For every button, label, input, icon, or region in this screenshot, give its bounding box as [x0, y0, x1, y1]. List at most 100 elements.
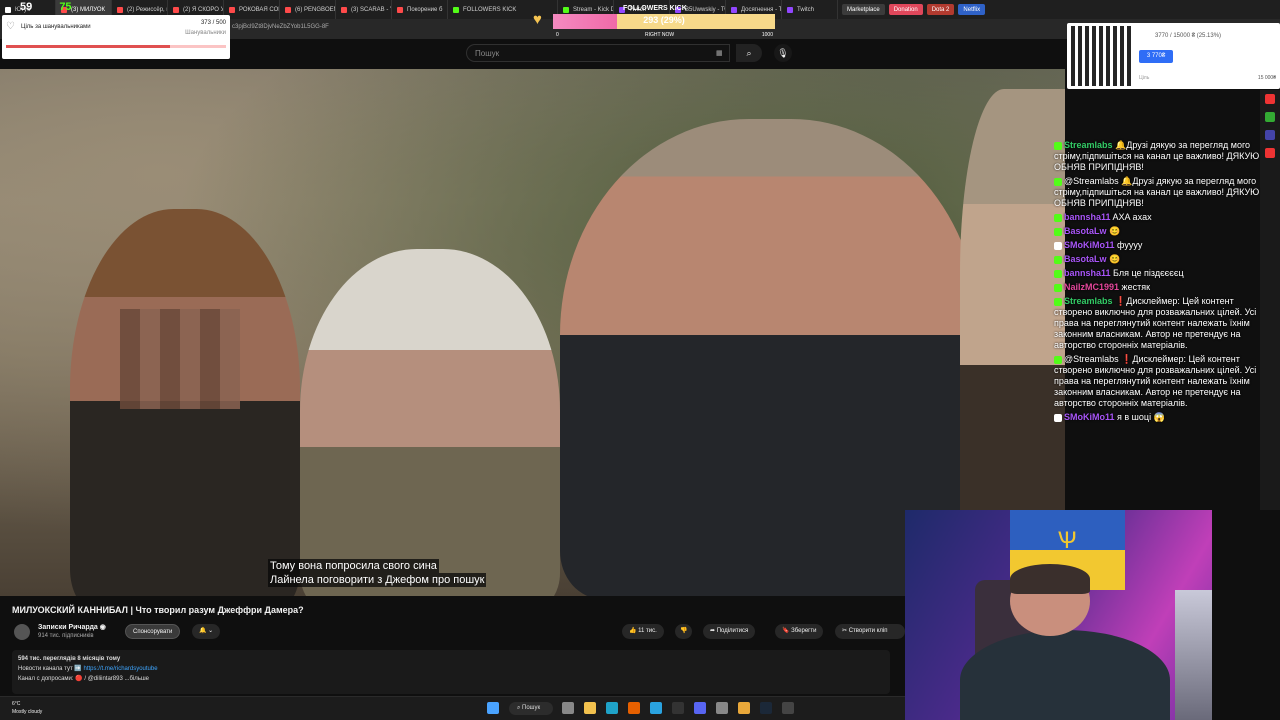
- extension-icon[interactable]: [1265, 94, 1275, 104]
- chat-username[interactable]: @Streamlabs: [1064, 176, 1119, 186]
- chat-username[interactable]: SMoKiMo11: [1064, 412, 1115, 422]
- chat-username[interactable]: BasotaLw: [1064, 254, 1107, 264]
- keyboard-icon[interactable]: ▦: [716, 49, 723, 57]
- weather-temp: 6°C: [12, 701, 21, 707]
- search-input[interactable]: Пошук: [466, 44, 730, 62]
- chat-text: AXA axax: [1112, 212, 1152, 222]
- save-button[interactable]: 🔖 Зберегти: [775, 624, 824, 639]
- browser-tab[interactable]: (6) PENGBOEN: [280, 0, 336, 19]
- chat-badge-icon: [1054, 255, 1062, 264]
- chat-username[interactable]: Streamlabs: [1064, 140, 1113, 150]
- browser-tab[interactable]: Twitch: [782, 0, 838, 19]
- goal-count: 373 / 500: [200, 20, 226, 26]
- video-person-middle: [300, 249, 560, 596]
- followers-min: 0: [556, 32, 559, 38]
- share-label: Поділитися: [716, 628, 749, 634]
- chat-username[interactable]: @Streamlabs: [1064, 354, 1119, 364]
- weather-widget[interactable]: 6°C Mostly cloudy: [12, 700, 42, 716]
- video-description[interactable]: 594 тис. переглядів 8 місяців тому Новос…: [12, 650, 890, 694]
- tab-label: Покорение б: [407, 6, 443, 13]
- channel-avatar[interactable]: [14, 624, 30, 640]
- search-icon: ⌕: [746, 48, 752, 58]
- tab-favicon-icon: [285, 6, 291, 13]
- bookmark-pill[interactable]: Donation: [888, 4, 923, 15]
- chat-text: фуууу: [1117, 240, 1143, 250]
- subtitle-line-2: Лайнела поговорити з Джефом про пошук: [268, 573, 487, 587]
- chat-username[interactable]: bannsha11: [1064, 268, 1111, 278]
- chat-username[interactable]: bannsha11: [1064, 212, 1111, 222]
- dislike-button[interactable]: 👎: [675, 624, 693, 639]
- subtitles: Тому вона попросила свого сина Лайнела п…: [268, 559, 487, 587]
- extension-icon[interactable]: [1265, 112, 1275, 122]
- bookmark-pill[interactable]: Dota 2: [926, 4, 955, 15]
- viewer-count-value: 59: [20, 1, 33, 13]
- like-button[interactable]: 👍 11 тис.: [622, 624, 664, 639]
- chat-badge-icon: [1054, 269, 1062, 278]
- chat-badge-icon: [1054, 213, 1062, 222]
- taskbar-search[interactable]: ⌕ Пошук: [509, 702, 553, 715]
- like-count: 11 тис.: [638, 628, 657, 634]
- tab-label: (2) Режиссёр, к: [127, 6, 168, 13]
- donation-amount-button[interactable]: 3 770₴: [1139, 50, 1173, 63]
- share-button[interactable]: ➦ Поділитися: [703, 624, 756, 639]
- browser-tab[interactable]: Покорение б: [392, 0, 448, 19]
- share-icon: ➦: [710, 628, 716, 634]
- chat-username[interactable]: BasotaLw: [1064, 226, 1107, 236]
- followers-progress-widget: FOLLOWERS KICK 293 (29%) 0 RIGHT NOW 100…: [553, 5, 775, 38]
- channel-name[interactable]: Записки Ричарда ◉: [38, 623, 106, 631]
- discord-icon[interactable]: [694, 702, 706, 714]
- sponsor-button[interactable]: Спонсорувати: [125, 624, 181, 639]
- goal-sublabel: Шанувальники: [185, 30, 226, 36]
- tab-label: (3) SCARAB - Yo: [351, 6, 391, 13]
- donation-progress-text: 3770 / 15000 ₴ (25.13%): [1155, 33, 1222, 39]
- browser-tab[interactable]: РОКОВАЯ СОБА: [224, 0, 280, 19]
- chat-message: SMoKiMo11 фуууу: [1054, 240, 1272, 251]
- voice-search-button[interactable]: 🎙: [774, 44, 792, 62]
- chat-text: Бля це пiздєєєєц: [1113, 268, 1184, 278]
- tab-favicon-icon: [5, 6, 11, 13]
- start-icon[interactable]: [487, 702, 499, 714]
- chat-username[interactable]: SMoKiMo11: [1064, 240, 1115, 250]
- tab-favicon-icon: [453, 6, 459, 13]
- edge-icon[interactable]: [606, 702, 618, 714]
- tab-label: (6) PENGBOEN: [295, 6, 336, 13]
- telegram-link[interactable]: https://t.me/richardsyoutube: [84, 666, 158, 672]
- chat-username[interactable]: Streamlabs: [1064, 296, 1113, 306]
- steam-icon[interactable]: [760, 702, 772, 714]
- tab-favicon-icon: [341, 6, 347, 13]
- terminal-icon[interactable]: [672, 702, 684, 714]
- search-button[interactable]: ⌕: [736, 44, 762, 62]
- video-person-far-right: [960, 89, 1065, 549]
- bell-icon: 🔔: [199, 628, 207, 634]
- firefox-icon[interactable]: [628, 702, 640, 714]
- tab-favicon-icon: [397, 6, 403, 13]
- app-icon[interactable]: [716, 702, 728, 714]
- video-title: МИЛУОКСКИЙ КАННИБАЛ | Что творил разум Д…: [12, 605, 304, 615]
- chat-message: @Streamlabs ❗Дисклеймер: Цей контент ств…: [1054, 354, 1272, 409]
- viewer-count: 59 75: [20, 1, 72, 13]
- goal-progress-bar: [6, 45, 226, 48]
- tab-favicon-icon: [229, 6, 235, 13]
- chat-text: 😊: [1109, 254, 1121, 264]
- chat-badge-icon: [1054, 413, 1062, 422]
- folder-icon[interactable]: [584, 702, 596, 714]
- save-label: Зберегти: [791, 628, 817, 634]
- extension-icon[interactable]: [1265, 130, 1275, 140]
- chat-badge-icon: [1054, 177, 1062, 186]
- chat-badge-icon: [1054, 355, 1062, 364]
- bookmark-pill[interactable]: Marketplace: [842, 4, 885, 15]
- video-info: МИЛУОКСКИЙ КАННИБАЛ | Что творил разум Д…: [0, 596, 905, 696]
- pixelated-face: [120, 309, 240, 409]
- chrome-icon[interactable]: [738, 702, 750, 714]
- chat-username[interactable]: NailzMC1991: [1064, 282, 1119, 292]
- chat-message: bannsha11 Бля це пiздєєєєц: [1054, 268, 1272, 279]
- streamer-body: [960, 630, 1170, 720]
- taskview-icon[interactable]: [562, 702, 574, 714]
- bookmark-pill[interactable]: Netflix: [958, 4, 986, 15]
- obs-icon[interactable]: [782, 702, 794, 714]
- browser-tab[interactable]: (3) SCARAB - Yo: [336, 0, 392, 19]
- clip-button[interactable]: ✂ Створити кліп: [835, 624, 905, 639]
- thumbs-down-icon: 👎: [680, 628, 688, 634]
- notifications-button[interactable]: 🔔 ⌄: [192, 624, 221, 639]
- telegram-icon[interactable]: [650, 702, 662, 714]
